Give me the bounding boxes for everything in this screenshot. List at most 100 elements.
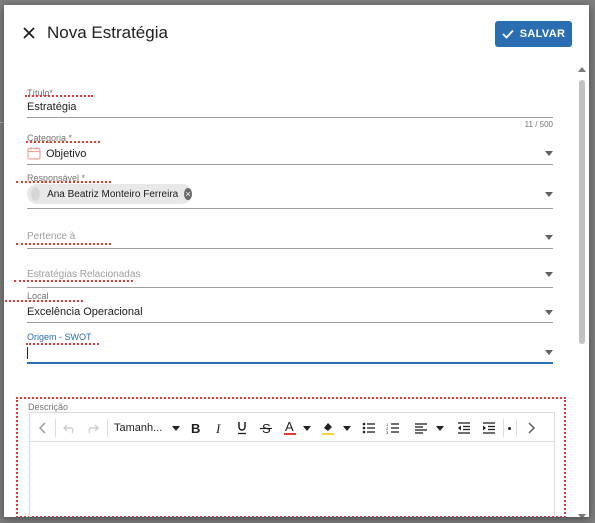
annotation-underline [26,141,100,143]
pertence-underline [27,248,553,249]
close-button[interactable] [20,24,38,42]
align-button[interactable] [414,420,444,436]
local-underline [27,322,553,323]
font-color-icon: A [284,420,296,435]
indent-icon [483,422,495,434]
toolbar-divider [55,419,56,437]
bullet-list-icon [362,422,375,434]
titulo-input[interactable]: Estratégia [27,101,77,113]
categoria-dropdown-caret[interactable] [545,151,553,156]
font-size-select[interactable]: Tamanh... [114,420,180,436]
annotation-underline [16,243,111,245]
strikethrough-icon: S [260,422,272,434]
local-value: Excelência Operacional [27,306,143,318]
align-left-icon [415,423,427,434]
pertence-dropdown-caret[interactable] [545,235,553,240]
annotation-underline [5,300,83,302]
overflow-icon [507,426,511,430]
toolbar-divider [516,419,517,437]
bold-icon: B [191,422,200,434]
origem-swot-label: Origem - SWOT [27,332,92,342]
chevron-right-icon [528,422,536,434]
annotation-underline [14,280,133,282]
chevron-left-icon [38,422,46,434]
descricao-label: Descrição [28,402,69,412]
outdent-button[interactable] [456,420,472,436]
categoria-field[interactable]: Categoria * Objetivo [26,127,553,167]
descricao-editor[interactable] [29,442,555,517]
bold-button[interactable]: B [188,420,202,436]
chevron-down-icon [172,425,180,431]
dialog-scrollbar[interactable] [578,67,586,517]
relacionadas-dropdown-caret[interactable] [545,272,553,277]
relacionadas-underline [27,287,553,288]
categoria-value: Objetivo [46,148,87,160]
titulo-underline [27,117,553,118]
avatar [31,187,41,201]
local-dropdown-caret[interactable] [545,310,553,315]
origem-swot-dropdown-caret[interactable] [545,350,553,355]
toolbar-divider [503,419,504,437]
bullet-list-button[interactable] [361,420,377,436]
relacionadas-placeholder: Estratégias Relacionadas [27,269,141,280]
close-icon [23,27,35,39]
chip-label: Ana Beatriz Monteiro Ferreira [47,188,179,200]
underline-button[interactable] [235,420,249,436]
annotation-underline [25,95,93,97]
responsavel-chip: Ana Beatriz Monteiro Ferreira × [27,184,192,204]
chevron-down-icon [436,425,444,431]
save-button[interactable]: SALVAR [495,21,572,47]
origem-swot-field[interactable]: Origem - SWOT [26,329,553,371]
pertence-field[interactable]: Pertence à [16,215,553,255]
scrollbar-thumb[interactable] [579,80,585,344]
indent-button[interactable] [481,420,497,436]
toolbar-overflow-button[interactable] [506,420,512,436]
local-field[interactable]: Local Excelência Operacional [5,289,553,329]
svg-text:A: A [285,420,294,434]
responsavel-underline [27,208,553,209]
categoria-underline [27,164,553,165]
scroll-down-arrow-icon[interactable] [578,514,586,517]
numbered-list-icon: 123 [386,422,399,434]
toolbar-scroll-left-button[interactable] [36,420,50,436]
svg-text:3: 3 [386,430,389,434]
highlight-icon [322,423,334,435]
outdent-icon [458,422,470,434]
svg-text:I: I [215,422,221,434]
responsavel-field[interactable]: Responsável * Ana Beatriz Monteiro Ferre… [16,171,553,211]
chevron-down-icon [343,425,351,431]
dialog-title: Nova Estratégia [47,23,168,42]
nova-estrategia-dialog: Nova Estratégia SALVAR Título* Estratégi… [4,5,589,517]
numbered-list-button[interactable]: 123 [385,420,401,436]
save-button-label: SALVAR [519,28,566,40]
text-cursor [27,347,28,359]
annotation-underline [16,181,111,183]
editor-toolbar: Tamanh... B I S A [29,412,555,442]
redo-button[interactable] [84,420,100,436]
svg-text:B: B [191,422,200,434]
undo-button[interactable] [62,420,78,436]
font-size-select-label: Tamanh... [114,422,163,434]
calendar-icon [27,147,41,160]
italic-icon: I [215,422,221,434]
highlight-button[interactable] [321,420,351,436]
titulo-field[interactable]: Título* Estratégia 11 / 500 [25,83,553,133]
descricao-editor-container: Descrição Tamanh... B I A 1 2 3 [16,397,566,517]
strikethrough-button[interactable]: S [259,420,273,436]
redo-icon [88,424,99,434]
dialog-header: Nova Estratégia SALVAR [4,5,589,63]
toolbar-divider [107,419,108,437]
scroll-up-arrow-icon[interactable] [578,67,586,72]
toolbar-scroll-right-button[interactable] [524,420,538,436]
chevron-down-icon [303,425,311,431]
origem-swot-underline [27,362,553,364]
responsavel-dropdown-caret[interactable] [545,192,553,197]
pertence-placeholder: Pertence à [27,231,76,242]
check-icon [502,29,514,39]
italic-button[interactable]: I [212,420,226,436]
underline-icon [238,422,246,435]
undo-icon [63,424,74,434]
chip-remove-icon[interactable]: × [184,188,192,200]
font-color-button[interactable]: A [283,420,311,436]
annotation-underline [26,343,99,345]
